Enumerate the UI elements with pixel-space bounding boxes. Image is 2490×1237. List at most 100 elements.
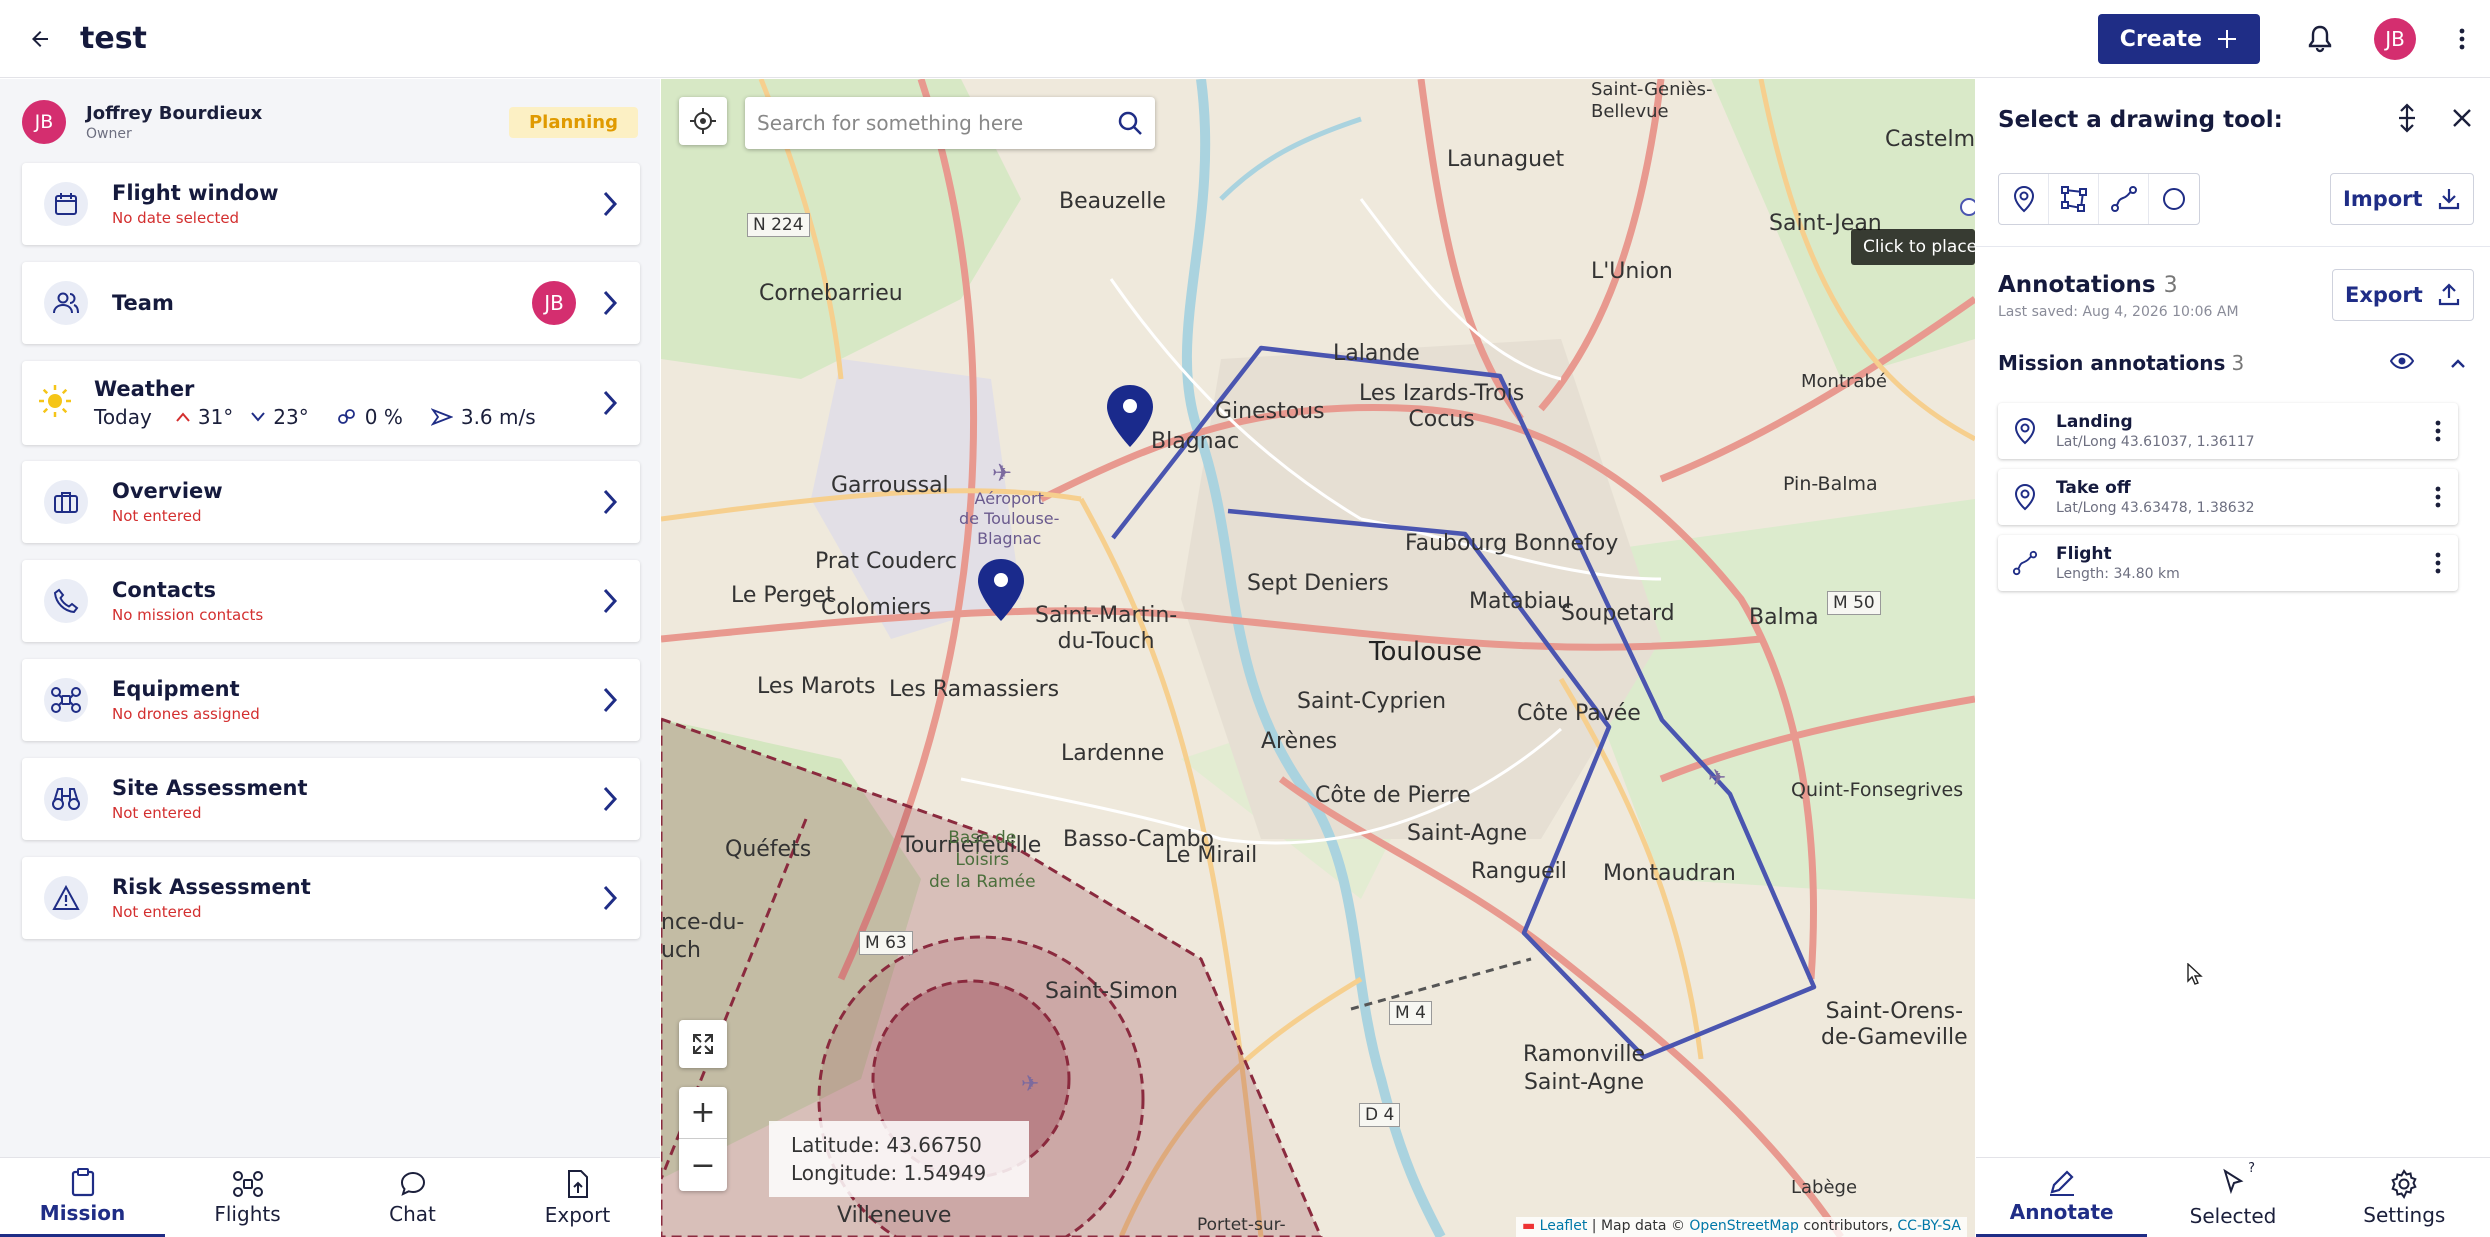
chevron-right-icon [580,489,640,515]
equipment-card[interactable]: Equipment No drones assigned [22,659,640,741]
license-link[interactable]: CC-BY-SA [1897,1218,1961,1234]
kebab-icon [2435,420,2441,442]
flight-window-card[interactable]: Flight window No date selected [22,163,640,245]
map-label-montrabe: Montrabé [1801,371,1887,392]
more-menu-button[interactable] [2442,27,2482,51]
location-pin-icon [2006,417,2044,445]
fullscreen-button[interactable] [679,1020,727,1068]
annotation-item[interactable]: Flight Length: 34.80 km [1998,535,2458,591]
nav-flights[interactable]: Flights [165,1158,330,1237]
road-shield-d4: D 4 [1359,1103,1401,1127]
leaflet-flag-icon: ▬ [1521,1218,1536,1234]
annotation-item[interactable]: Take off Lat/Long 43.63478, 1.38632 [1998,469,2458,525]
map-label-garroussal: Garroussal [831,473,949,498]
annotation-menu-button[interactable] [2418,419,2458,443]
location-pin-icon [2006,483,2044,511]
nav-chat[interactable]: Chat [330,1158,495,1237]
arrow-left-icon [32,30,48,47]
map-label-saint-simon: Saint-Simon [1045,979,1178,1004]
map-canvas[interactable]: ✈ ✈ ✈ Toulouse Blagnac Colomiers Tournef… [661,79,1975,1237]
clipboard-icon [71,1168,94,1197]
mission-annotations-header: Mission annotations 3 [1998,351,2478,375]
map-label-les-marots: Les Marots [757,674,876,699]
map-label-saint-cyprien: Saint-Cyprien [1297,689,1447,714]
mission-annotations-count: 3 [2231,351,2245,375]
contacts-card[interactable]: Contacts No mission contacts [22,560,640,642]
nav-mission[interactable]: Mission [0,1158,165,1237]
chevron-right-icon [580,390,640,416]
map-label-ramonville: Ramonville Saint-Agne [1523,1042,1646,1095]
overview-sub: Not entered [112,507,202,525]
team-card[interactable]: Team JB [22,262,640,344]
zoom-in-button[interactable]: + [679,1087,727,1139]
map-label-lardenne: Lardenne [1061,741,1165,766]
map-label-soupetard: Soupetard [1561,601,1675,626]
nav-flights-label: Flights [214,1201,281,1226]
site-assessment-card[interactable]: Site Assessment Not entered [22,758,640,840]
annotation-item[interactable]: Landing Lat/Long 43.61037, 1.36117 [1998,403,2458,459]
map-search-input[interactable] [757,111,1117,135]
tool-circle-button[interactable] [2149,174,2199,224]
team-title: Team [112,291,174,315]
contacts-title: Contacts [112,578,216,602]
risk-assessment-sub: Not entered [112,903,202,921]
weather-high: 31° [197,405,234,429]
back-button[interactable] [0,0,80,78]
leaflet-link[interactable]: Leaflet [1540,1218,1588,1234]
collapse-button[interactable] [2450,354,2466,373]
risk-assessment-card[interactable]: Risk Assessment Not entered [22,857,640,939]
nav-export-label: Export [544,1202,611,1227]
annotation-name: Flight [2056,544,2112,564]
map-label-launaguet: Launaguet [1447,147,1565,172]
osm-link[interactable]: OpenStreetMap [1689,1218,1798,1234]
contacts-sub: No mission contacts [112,606,264,624]
tab-settings-label: Settings [2363,1202,2446,1227]
kebab-icon [2435,486,2441,508]
tab-selected[interactable]: ? Selected [2147,1158,2318,1237]
binoculars-icon [44,777,88,821]
chevron-right-icon [580,885,640,911]
tool-line-button[interactable] [2099,174,2149,224]
tool-polygon-button[interactable] [2049,174,2099,224]
create-button[interactable]: Create [2097,14,2260,64]
chevron-right-icon [580,786,640,812]
close-icon [2453,109,2471,127]
weather-card[interactable]: Weather Today 31° 23° 0 % 3.6 m/s [22,361,640,445]
briefcase-icon [44,480,88,524]
map-label-saint-martin: Saint-Martin- du-Touch [1035,603,1178,654]
map-label-base-de-loisirs: Base de Loisirs de la Ramée [929,828,1036,892]
map-attribution: ▬ Leaflet | Map data © OpenStreetMap con… [1515,1217,1967,1237]
owner-role: Owner [86,125,132,142]
annotation-menu-button[interactable] [2418,485,2458,509]
map-label-castelmaurou: Castelmaurou [1885,127,1975,152]
chevron-right-icon [580,191,640,217]
locate-me-button[interactable] [679,97,727,145]
svg-text:✈: ✈ [1021,1072,1039,1097]
annotations-count: 3 [2163,273,2178,298]
tool-marker-button[interactable] [1999,174,2049,224]
tab-settings[interactable]: Settings [2319,1158,2490,1237]
export-button[interactable]: Export [2332,269,2474,321]
risk-assessment-title: Risk Assessment [112,875,311,899]
toggle-visibility-button[interactable] [2389,352,2415,374]
user-avatar[interactable]: JB [2374,18,2416,60]
resize-vertical-button[interactable] [2396,103,2418,137]
close-panel-button[interactable] [2452,108,2472,132]
nav-export[interactable]: Export [495,1158,660,1237]
weather-precip: 0 % [364,405,403,429]
drawing-tool-group [1998,173,2200,225]
drawing-panel: Select a drawing tool: Import Annotation… [1976,79,2490,1237]
annotation-sub: Length: 34.80 km [2056,566,2180,582]
notifications-button[interactable] [2296,15,2344,63]
search-icon[interactable] [1117,110,1143,136]
zoom-out-button[interactable]: − [679,1139,727,1191]
overview-card[interactable]: Overview Not entered [22,461,640,543]
road-shield-m50: M 50 [1827,591,1881,615]
circle-icon [2163,188,2185,210]
overview-title: Overview [112,479,223,503]
annotation-sub: Lat/Long 43.61037, 1.36117 [2056,434,2255,450]
import-button[interactable]: Import [2330,173,2474,225]
eye-icon [2389,352,2415,370]
tab-annotate[interactable]: Annotate [1976,1158,2148,1237]
annotation-menu-button[interactable] [2418,551,2458,575]
